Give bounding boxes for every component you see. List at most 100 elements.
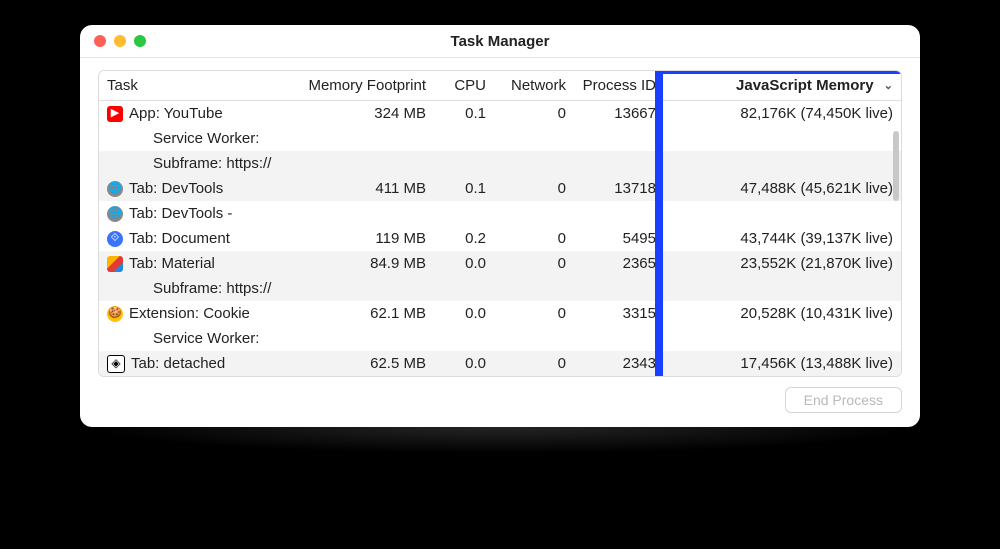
cell-cpu	[434, 276, 494, 301]
process-table: Task Memory Footprint CPU Network Proces…	[98, 70, 902, 377]
cell-network: 0	[494, 251, 574, 276]
task-label: Tab: Document	[129, 228, 230, 249]
content: Task Memory Footprint CPU Network Proces…	[80, 58, 920, 427]
globe-icon: 🌐	[107, 181, 123, 197]
globe-icon: 🌐	[107, 206, 123, 222]
cell-jsmem	[664, 201, 901, 226]
traffic-lights	[80, 35, 146, 47]
cell-memory: 62.1 MB	[284, 301, 434, 326]
task-label: Tab: DevTools	[129, 178, 223, 199]
task-label: Tab: detached	[131, 353, 225, 374]
cookie-icon: 🍪	[107, 306, 123, 322]
table-row[interactable]: ▶ App: YouTube 324 MB0.101366782,176K (74,…	[99, 101, 901, 127]
chevron-down-icon: ⌄	[884, 79, 893, 92]
task-label: Service Worker:	[153, 128, 259, 149]
cell-memory	[284, 126, 434, 151]
cell-jsmem: 17,456K (13,488K live)	[664, 351, 901, 376]
codepen-icon	[107, 355, 125, 373]
task-label: App: YouTube	[129, 103, 223, 124]
cell-memory: 62.5 MB	[284, 351, 434, 376]
column-header-jsmem-label: JavaScript Memory	[736, 77, 874, 94]
cell-pid	[574, 201, 664, 226]
cell-memory: 84.9 MB	[284, 251, 434, 276]
material-icon	[107, 256, 123, 272]
cell-pid: 13718	[574, 176, 664, 201]
table-row[interactable]: Tab: Material 84.9 MB0.00236523,552K (21,…	[99, 251, 901, 276]
cell-memory	[284, 276, 434, 301]
cell-cpu: 0.1	[434, 176, 494, 201]
end-process-button[interactable]: End Process	[785, 387, 902, 413]
task-label: Tab: Material	[129, 253, 215, 274]
cell-cpu: 0.0	[434, 301, 494, 326]
dev-icon: ⟐	[107, 231, 123, 247]
titlebar: Task Manager	[80, 25, 920, 58]
cell-memory: 324 MB	[284, 101, 434, 127]
cell-pid: 13667	[574, 101, 664, 127]
footer: End Process	[98, 377, 902, 413]
cell-network: 0	[494, 226, 574, 251]
cell-pid: 3315	[574, 301, 664, 326]
cell-cpu: 0.0	[434, 351, 494, 376]
cell-pid	[574, 151, 664, 176]
cell-network	[494, 276, 574, 301]
cell-memory: 411 MB	[284, 176, 434, 201]
cell-cpu	[434, 326, 494, 351]
cell-cpu	[434, 201, 494, 226]
cell-network: 0	[494, 301, 574, 326]
cell-network	[494, 326, 574, 351]
cell-pid	[574, 126, 664, 151]
table-row[interactable]: 🍪 Extension: Cookie 62.1 MB0.00331520,528K…	[99, 301, 901, 326]
cell-pid	[574, 326, 664, 351]
cell-jsmem	[664, 326, 901, 351]
cell-jsmem: 23,552K (21,870K live)	[664, 251, 901, 276]
table-row[interactable]: ⟐ Tab: Document 119 MB0.20549543,744K (39,…	[99, 226, 901, 251]
column-header-jsmem[interactable]: JavaScript Memory ⌄	[664, 71, 901, 101]
cell-pid: 5495	[574, 226, 664, 251]
cell-jsmem: 43,744K (39,137K live)	[664, 226, 901, 251]
cell-cpu	[434, 126, 494, 151]
cell-jsmem: 82,176K (74,450K live)	[664, 101, 901, 127]
column-header-cpu[interactable]: CPU	[434, 71, 494, 101]
table-row[interactable]: Service Worker:	[99, 126, 901, 151]
task-label: Tab: DevTools -	[129, 203, 232, 224]
table-row[interactable]: Subframe: https://	[99, 276, 901, 301]
table-row[interactable]: 🌐 Tab: DevTools -	[99, 201, 901, 226]
column-headers-row: Task Memory Footprint CPU Network Proces…	[99, 71, 901, 101]
column-header-network[interactable]: Network	[494, 71, 574, 101]
cell-cpu: 0.1	[434, 101, 494, 127]
table-row[interactable]: Service Worker:	[99, 326, 901, 351]
table-row[interactable]: Subframe: https://	[99, 151, 901, 176]
cell-pid	[574, 276, 664, 301]
cell-network: 0	[494, 101, 574, 127]
cell-cpu: 0.2	[434, 226, 494, 251]
window-title: Task Manager	[80, 33, 920, 50]
cell-jsmem	[664, 276, 901, 301]
scrollbar[interactable]	[893, 131, 899, 201]
cell-jsmem: 20,528K (10,431K live)	[664, 301, 901, 326]
cell-cpu	[434, 151, 494, 176]
table-row[interactable]: 🌐Tab: DevTools411 MB0.101371847,488K (45…	[99, 176, 901, 201]
minimize-icon[interactable]	[114, 35, 126, 47]
column-header-task[interactable]: Task	[99, 71, 284, 101]
cell-network	[494, 151, 574, 176]
cell-jsmem	[664, 151, 901, 176]
cell-memory	[284, 151, 434, 176]
cell-pid: 2365	[574, 251, 664, 276]
cell-cpu: 0.0	[434, 251, 494, 276]
column-header-pid[interactable]: Process ID	[574, 71, 664, 101]
cell-network: 0	[494, 351, 574, 376]
zoom-icon[interactable]	[134, 35, 146, 47]
cell-jsmem	[664, 126, 901, 151]
close-icon[interactable]	[94, 35, 106, 47]
cell-memory: 119 MB	[284, 226, 434, 251]
column-header-memory[interactable]: Memory Footprint	[284, 71, 434, 101]
cell-pid: 2343	[574, 351, 664, 376]
cell-memory	[284, 201, 434, 226]
task-label: Extension: Cookie	[129, 303, 250, 324]
table-row[interactable]: Tab: detached 62.5 MB0.00234317,456K (13,…	[99, 351, 901, 376]
cell-memory	[284, 326, 434, 351]
cell-jsmem: 47,488K (45,621K live)	[664, 176, 901, 201]
cell-network	[494, 126, 574, 151]
youtube-icon: ▶	[107, 106, 123, 122]
task-label: Subframe: https://	[153, 278, 271, 299]
